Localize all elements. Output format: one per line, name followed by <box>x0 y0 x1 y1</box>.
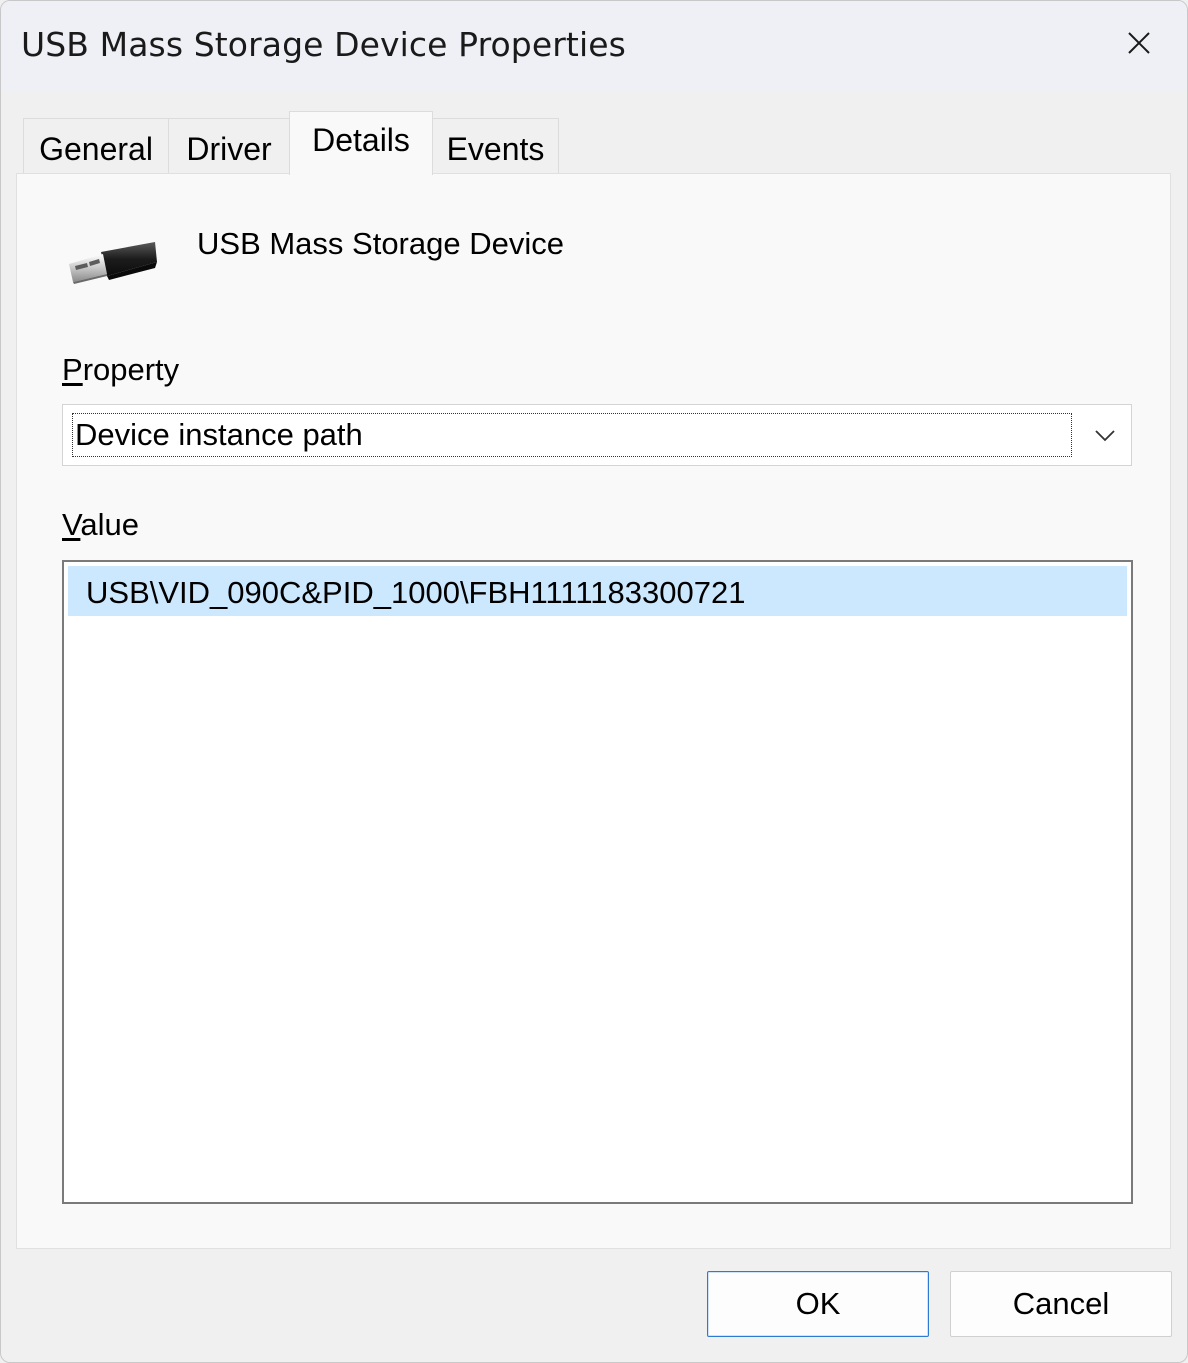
value-label-accelerator: V <box>62 507 81 542</box>
value-label: Value <box>62 507 139 543</box>
tab-driver[interactable]: Driver <box>168 118 290 173</box>
value-label-rest: alue <box>80 507 139 542</box>
property-label-accelerator: P <box>62 352 83 387</box>
property-label-rest: roperty <box>82 352 180 387</box>
details-panel: USB Mass Storage Device Property Device … <box>16 173 1171 1249</box>
title-bar[interactable]: USB Mass Storage Device Properties <box>1 1 1187 91</box>
value-listbox[interactable]: USB\VID_090C&PID_1000\FBH1111183300721 <box>62 560 1133 1204</box>
properties-dialog: USB Mass Storage Device Properties Gener… <box>0 0 1188 1363</box>
tab-events[interactable]: Events <box>432 118 559 173</box>
cancel-button[interactable]: Cancel <box>950 1271 1172 1337</box>
close-icon <box>1128 32 1150 54</box>
property-selected-value: Device instance path <box>75 417 363 452</box>
usb-plug-icon <box>69 242 157 284</box>
tab-general[interactable]: General <box>23 118 169 173</box>
device-name: USB Mass Storage Device <box>197 226 564 261</box>
property-dropdown[interactable]: Device instance path <box>62 404 1132 466</box>
ok-button[interactable]: OK <box>707 1271 929 1337</box>
list-item[interactable]: USB\VID_090C&PID_1000\FBH1111183300721 <box>68 566 1127 616</box>
window-title: USB Mass Storage Device Properties <box>21 25 626 64</box>
close-button[interactable] <box>1119 23 1159 63</box>
property-label: Property <box>62 352 179 388</box>
tab-details[interactable]: Details <box>289 111 433 175</box>
chevron-down-icon <box>1095 430 1115 442</box>
